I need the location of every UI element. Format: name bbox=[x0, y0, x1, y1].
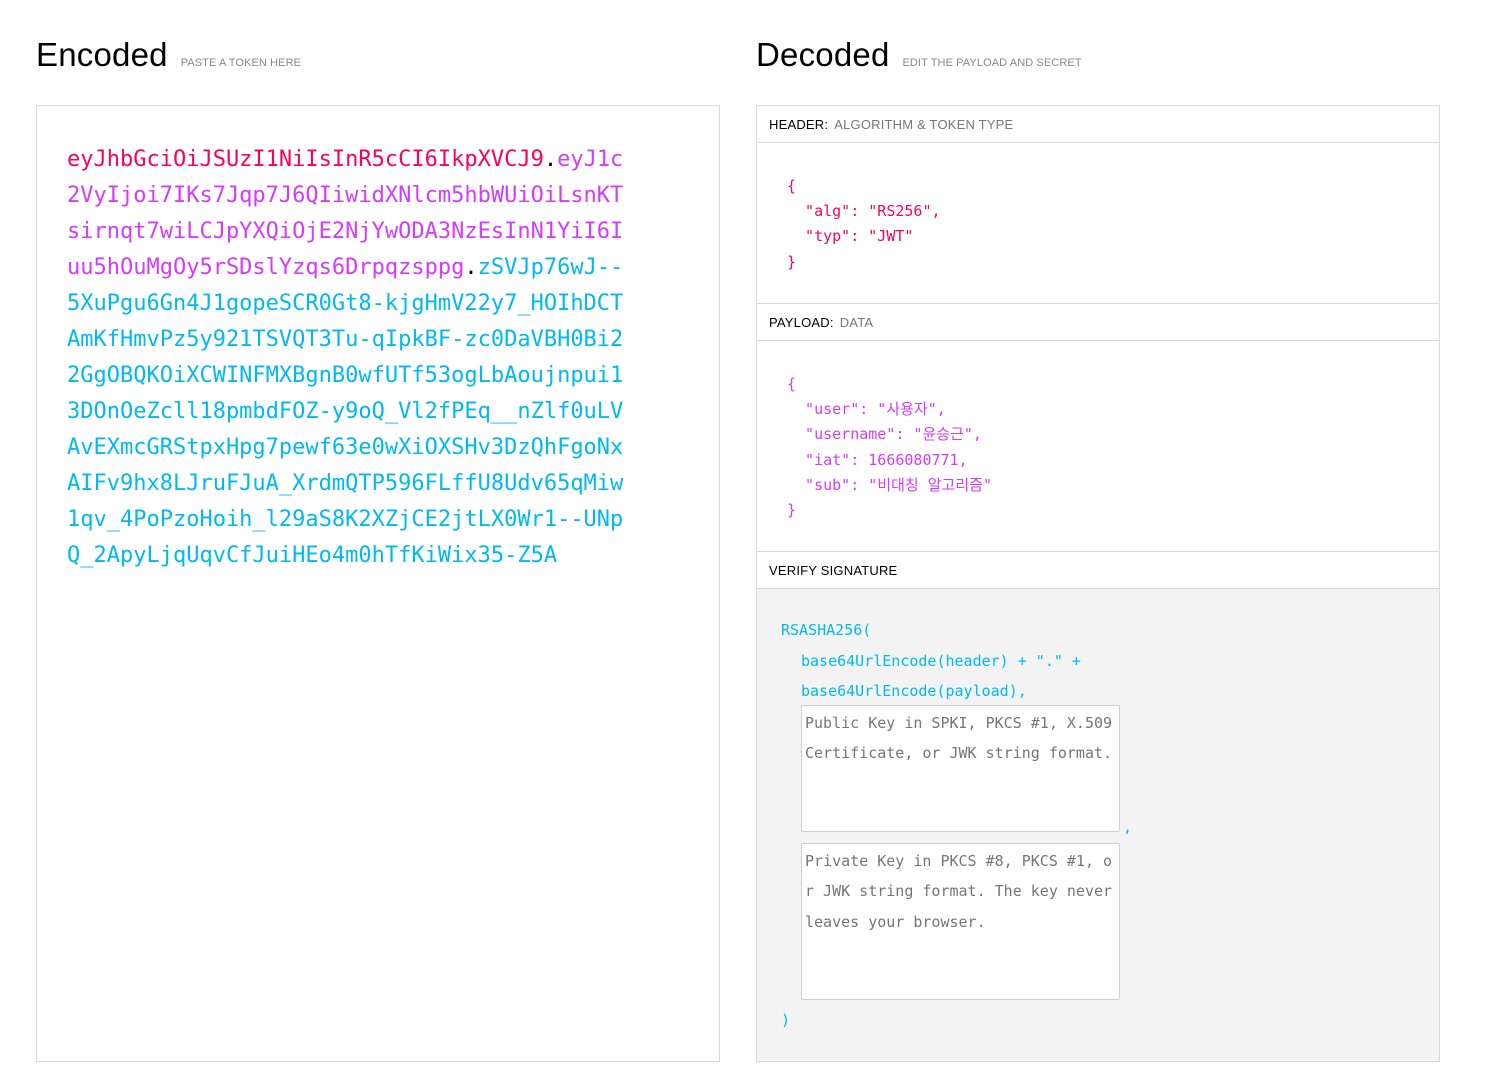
signature-header-encode: base64UrlEncode(header) + "." + bbox=[801, 651, 1081, 670]
header-label: HEADER: bbox=[769, 116, 829, 132]
payload-section-body: { "user": "사용자", "username": "윤승근", "iat… bbox=[757, 341, 1439, 552]
encoded-token-editor[interactable]: eyJhbGciOiJSUzI1NiIsInR5cCI6IkpXVCJ9.eyJ… bbox=[36, 105, 720, 1062]
signature-section-title: VERIFY SIGNATURE bbox=[757, 552, 1439, 589]
token-dot: . bbox=[543, 147, 558, 172]
encoded-heading: Encoded PASTE A TOKEN HERE bbox=[36, 36, 301, 74]
payload-label: PAYLOAD: bbox=[769, 314, 834, 330]
header-section-body: { "alg": "RS256", "typ": "JWT" } bbox=[757, 143, 1439, 304]
encoded-subtitle: PASTE A TOKEN HERE bbox=[180, 57, 302, 69]
signature-section-body: RSASHA256( base64UrlEncode(header) + "." … bbox=[757, 589, 1439, 1061]
signature-fn-open: RSASHA256( bbox=[781, 621, 872, 639]
header-section-title: HEADER: ALGORITHM & TOKEN TYPE bbox=[757, 106, 1439, 143]
signature-label: VERIFY SIGNATURE bbox=[769, 562, 898, 578]
signature-payload-encode: base64UrlEncode(payload), bbox=[801, 682, 1027, 700]
token-signature-part: zSVJp76wJ--5XuPgu6Gn4J1gopeSCR0Gt8-kjgHm… bbox=[67, 255, 624, 568]
decoded-panel: HEADER: ALGORITHM & TOKEN TYPE { "alg": … bbox=[756, 105, 1440, 1062]
token-dot: . bbox=[464, 255, 478, 280]
payload-json-editor[interactable]: { "user": "사용자", "username": "윤승근", "iat… bbox=[757, 341, 1439, 551]
public-key-input[interactable] bbox=[801, 705, 1120, 832]
signature-comma: , bbox=[1123, 818, 1133, 836]
payload-desc: DATA bbox=[839, 314, 874, 330]
decoded-subtitle: EDIT THE PAYLOAD AND SECRET bbox=[902, 57, 1082, 69]
payload-section-title: PAYLOAD: DATA bbox=[757, 304, 1439, 341]
signature-fn-close: ) bbox=[781, 1011, 791, 1029]
decoded-heading: Decoded EDIT THE PAYLOAD AND SECRET bbox=[756, 36, 1082, 74]
encoded-title: Encoded bbox=[36, 36, 168, 73]
encoded-token[interactable]: eyJhbGciOiJSUzI1NiIsInR5cCI6IkpXVCJ9.eyJ… bbox=[67, 142, 629, 574]
token-header-part: eyJhbGciOiJSUzI1NiIsInR5cCI6IkpXVCJ9 bbox=[67, 147, 544, 172]
header-json-editor[interactable]: { "alg": "RS256", "typ": "JWT" } bbox=[757, 143, 1439, 303]
header-desc: ALGORITHM & TOKEN TYPE bbox=[834, 116, 1014, 132]
signature-code: RSASHA256( base64UrlEncode(header) + "." … bbox=[781, 615, 1081, 707]
private-key-input[interactable] bbox=[801, 843, 1120, 1000]
decoded-title: Decoded bbox=[756, 36, 890, 73]
